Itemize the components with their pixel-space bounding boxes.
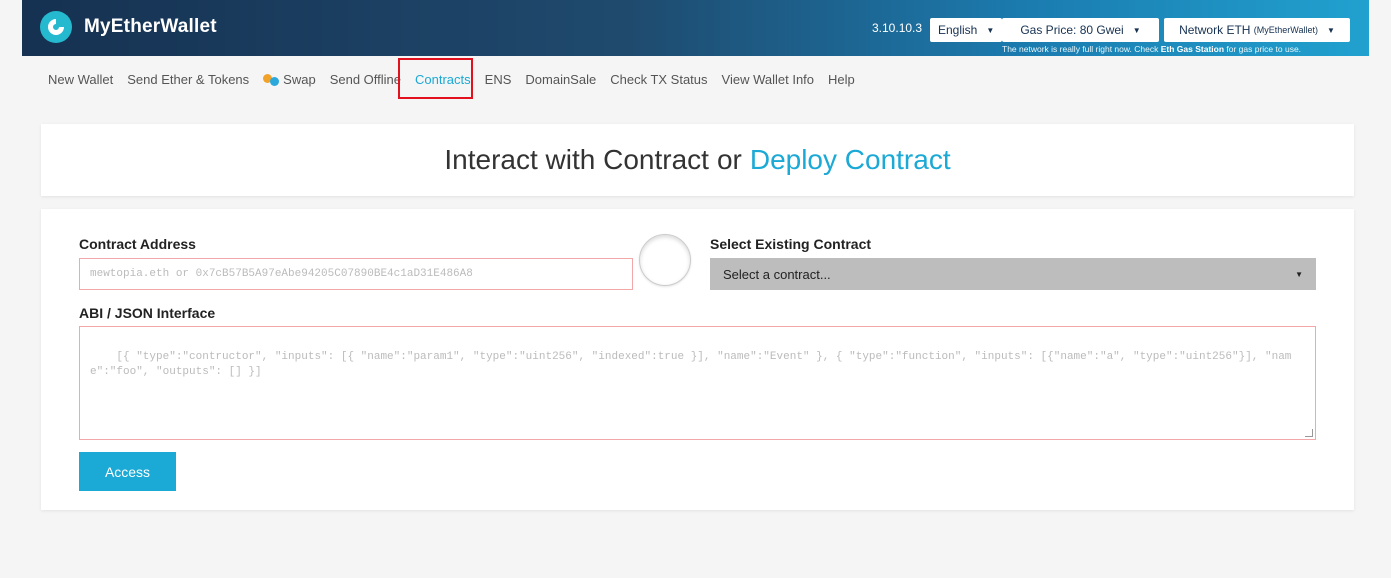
gas-network-note: The network is really full right now. Ch… xyxy=(1002,44,1301,54)
contract-address-label: Contract Address xyxy=(79,236,196,252)
gas-note-text: The network is really full right now. Ch… xyxy=(1002,44,1161,54)
chevron-down-icon: ▼ xyxy=(1132,25,1141,35)
main-nav: New Wallet Send Ether & Tokens Swap Send… xyxy=(48,70,869,90)
brand-name[interactable]: MyEtherWallet xyxy=(84,16,217,38)
nav-item-check-tx-status[interactable]: Check TX Status xyxy=(610,70,707,90)
gas-price-label: Gas Price: 80 Gwei xyxy=(1020,23,1124,37)
abi-json-textarea[interactable]: [{ "type":"contructor", "inputs": [{ "na… xyxy=(79,326,1316,440)
deploy-contract-link[interactable]: Deploy Contract xyxy=(750,144,951,176)
network-sub-label: (MyEtherWallet) xyxy=(1253,25,1318,35)
contract-form-card: Contract Address mewtopia.eth or 0x7cB57… xyxy=(41,209,1354,510)
nav-item-ens[interactable]: ENS xyxy=(485,70,512,90)
access-button[interactable]: Access xyxy=(79,452,176,491)
abi-json-label: ABI / JSON Interface xyxy=(79,305,216,321)
network-label: Network ETH xyxy=(1179,23,1251,37)
gas-note-suffix: for gas price to use. xyxy=(1224,44,1302,54)
language-dropdown[interactable]: English ▼ xyxy=(930,18,1003,42)
network-dropdown[interactable]: Network ETH (MyEtherWallet) ▼ xyxy=(1164,18,1350,42)
contract-address-input[interactable]: mewtopia.eth or 0x7cB57B5A97eAbe94205C07… xyxy=(79,258,633,290)
nav-item-send-offline[interactable]: Send Offline xyxy=(330,70,401,90)
nav-item-contracts[interactable]: Contracts xyxy=(415,70,471,90)
title-card: Interact with Contract or Deploy Contrac… xyxy=(41,124,1354,196)
nav-item-new-wallet[interactable]: New Wallet xyxy=(48,70,113,90)
language-label: English xyxy=(938,23,978,37)
interact-contract-title[interactable]: Interact with Contract xyxy=(444,144,709,176)
resize-handle-icon[interactable] xyxy=(1305,429,1313,437)
nav-item-view-wallet-info[interactable]: View Wallet Info xyxy=(722,70,815,90)
title-or-text: or xyxy=(716,144,742,175)
caret-down-icon: ▼ xyxy=(1295,269,1303,279)
select-contract-value: Select a contract... xyxy=(723,266,831,282)
nav-item-help[interactable]: Help xyxy=(828,70,855,90)
eth-gas-station-link[interactable]: Eth Gas Station xyxy=(1161,44,1224,54)
chevron-down-icon: ▼ xyxy=(1326,25,1335,35)
version-label: 3.10.10.3 xyxy=(872,21,923,35)
nav-item-send-ether-tokens[interactable]: Send Ether & Tokens xyxy=(127,70,249,90)
select-contract-dropdown[interactable]: Select a contract... ▼ xyxy=(710,258,1316,290)
address-identicon xyxy=(639,234,691,286)
swap-icon xyxy=(263,73,280,87)
abi-placeholder-text: [{ "type":"contructor", "inputs": [{ "na… xyxy=(90,351,1292,378)
select-existing-contract-label: Select Existing Contract xyxy=(710,236,872,252)
chevron-down-icon: ▼ xyxy=(986,25,995,35)
nav-item-domainsale[interactable]: DomainSale xyxy=(525,70,596,90)
gas-price-dropdown[interactable]: Gas Price: 80 Gwei ▼ xyxy=(1002,18,1159,42)
nav-item-swap-label: Swap xyxy=(283,72,316,87)
top-header: MyEtherWallet 3.10.10.3 English ▼ Gas Pr… xyxy=(0,0,1391,58)
nav-item-swap[interactable]: Swap xyxy=(263,70,316,90)
mew-logo-icon[interactable] xyxy=(40,11,72,43)
